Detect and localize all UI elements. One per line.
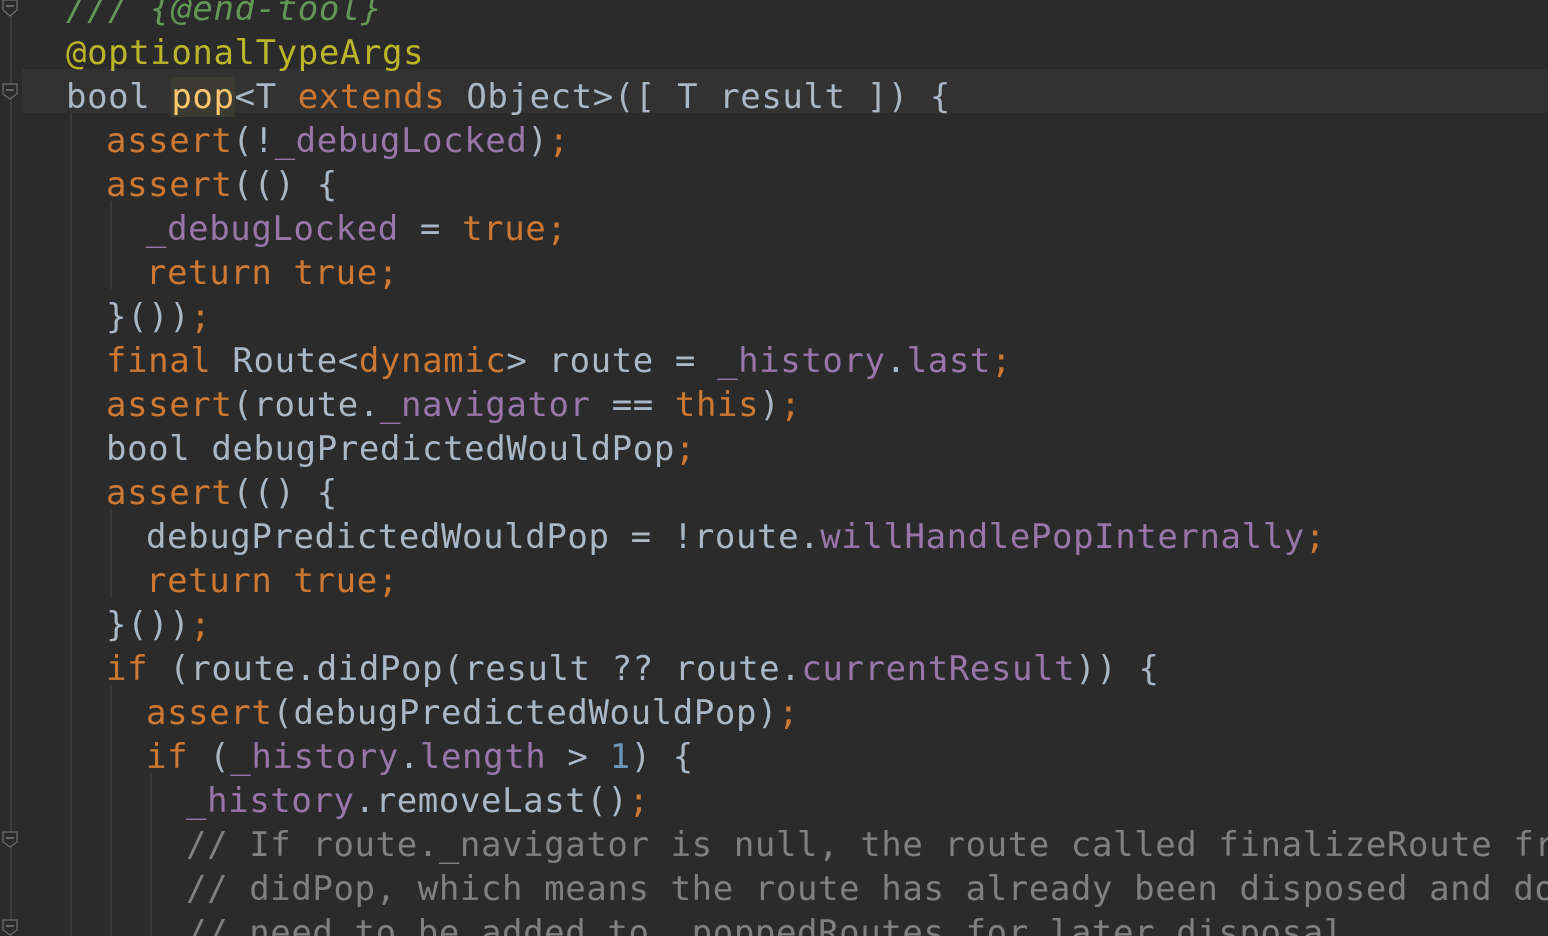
code-token: ;	[190, 297, 212, 337]
code-token: dynamic	[358, 341, 507, 381]
fold-expand-icon[interactable]	[2, 830, 18, 848]
code-token: bool debugPredictedWouldPop	[106, 429, 675, 469]
code-token: ;	[780, 385, 802, 425]
code-token: =	[398, 209, 463, 249]
code-line[interactable]: assert(!_debugLocked);	[66, 119, 570, 163]
code-token: )	[527, 121, 549, 161]
code-token: @optionalTypeArgs	[66, 33, 425, 73]
code-line[interactable]: }());	[66, 295, 211, 339]
code-token: true;	[462, 209, 568, 249]
code-token: Object>([ T result ]) {	[445, 77, 951, 117]
code-token: _history	[717, 341, 886, 381]
code-line[interactable]: // didPop, which means the route has alr…	[66, 867, 1548, 911]
code-token: _debugLocked	[274, 121, 528, 161]
code-token: Route<	[211, 341, 359, 381]
code-token: ;	[1304, 517, 1326, 557]
code-token: return true;	[146, 561, 399, 601]
code-token: return true;	[146, 253, 399, 293]
code-token: >	[546, 737, 610, 777]
code-token: ;	[990, 341, 1013, 381]
code-token: .	[398, 737, 420, 777]
code-token: this	[674, 385, 760, 425]
code-token: _navigator	[379, 385, 591, 425]
code-token: ==	[590, 385, 675, 425]
code-line[interactable]: assert(() {	[66, 471, 338, 515]
code-token: length	[419, 737, 547, 777]
code-token: ;	[548, 121, 570, 161]
code-token: // didPop, which means the route has alr…	[186, 869, 1548, 909]
code-token: ) {	[630, 737, 694, 777]
code-token: <T	[234, 77, 298, 117]
code-token: final	[106, 341, 212, 381]
code-token: 1	[609, 737, 631, 777]
code-token: bool	[66, 77, 172, 117]
code-token: // need to be added to _poppedRoutes for…	[186, 913, 1366, 936]
code-token: assert	[106, 165, 233, 205]
code-token: /// {@end-tool}	[66, 0, 383, 29]
code-token: > route =	[506, 341, 718, 381]
code-line[interactable]: _debugLocked = true;	[66, 207, 567, 251]
code-token: (() {	[232, 165, 338, 205]
code-line[interactable]: if (route.didPop(result ?? route.current…	[66, 647, 1160, 691]
code-token: if	[146, 737, 189, 777]
code-line[interactable]: final Route<dynamic> route = _history.la…	[66, 339, 1012, 383]
code-token: if	[106, 649, 149, 689]
code-token: ;	[628, 781, 650, 821]
code-line[interactable]: assert(route._navigator == this);	[66, 383, 801, 427]
code-token: _history	[230, 737, 399, 777]
code-token: (route.	[232, 385, 380, 425]
code-line[interactable]: bool debugPredictedWouldPop;	[66, 427, 696, 471]
code-token: assert	[146, 693, 273, 733]
code-token: ;	[190, 605, 212, 645]
code-line[interactable]: // If route._navigator is null, the rout…	[66, 823, 1548, 867]
code-line[interactable]: }());	[66, 603, 211, 647]
code-token: _history	[186, 781, 355, 821]
code-token: (!	[232, 121, 275, 161]
code-token: .	[885, 341, 907, 381]
code-line[interactable]: return true;	[66, 251, 399, 295]
code-token: assert	[106, 385, 233, 425]
code-line[interactable]: // need to be added to _poppedRoutes for…	[66, 911, 1366, 936]
code-token: )) {	[1075, 649, 1160, 689]
code-token: assert	[106, 121, 233, 161]
code-token: (debugPredictedWouldPop)	[272, 693, 779, 733]
code-editor[interactable]: /// {@end-tool} @optionalTypeArgs bool pop…	[0, 0, 1548, 936]
fold-expand-icon[interactable]	[2, 82, 18, 100]
code-token: assert	[106, 473, 233, 513]
code-line[interactable]: if (_history.length > 1) {	[66, 735, 694, 779]
code-token: (	[188, 737, 231, 777]
code-line[interactable]: /// {@end-tool}	[66, 0, 382, 31]
code-line[interactable]: assert(debugPredictedWouldPop);	[66, 691, 799, 735]
code-line[interactable]: assert(() {	[66, 163, 338, 207]
gutter-divider	[10, 0, 12, 936]
code-line[interactable]: @optionalTypeArgs	[66, 31, 424, 75]
code-line[interactable]: _history.removeLast();	[66, 779, 650, 823]
code-token: (route.didPop(result ?? route.	[148, 649, 802, 689]
code-token: _debugLocked	[146, 209, 399, 249]
code-token: )	[759, 385, 781, 425]
code-token: ;	[674, 429, 696, 469]
fold-expand-icon[interactable]	[2, 918, 18, 936]
code-token: pop	[171, 77, 235, 117]
code-token: extends	[297, 77, 446, 117]
code-token: }())	[106, 605, 191, 645]
code-token: willHandlePopInternally	[820, 517, 1305, 557]
code-line[interactable]: debugPredictedWouldPop = !route.willHand…	[66, 515, 1326, 559]
code-token: .removeLast()	[354, 781, 629, 821]
code-token: ;	[778, 693, 800, 733]
code-token: debugPredictedWouldPop = !route.	[146, 517, 821, 557]
code-token: }())	[106, 297, 191, 337]
editor-gutter	[0, 0, 22, 936]
code-line[interactable]: bool pop<T extends Object>([ T result ])…	[66, 75, 951, 119]
code-token: currentResult	[801, 649, 1076, 689]
code-line[interactable]: return true;	[66, 559, 399, 603]
code-token: last	[906, 341, 991, 381]
code-token: (() {	[232, 473, 338, 513]
code-token: // If route._navigator is null, the rout…	[186, 825, 1548, 865]
fold-collapse-icon[interactable]	[2, 0, 18, 18]
